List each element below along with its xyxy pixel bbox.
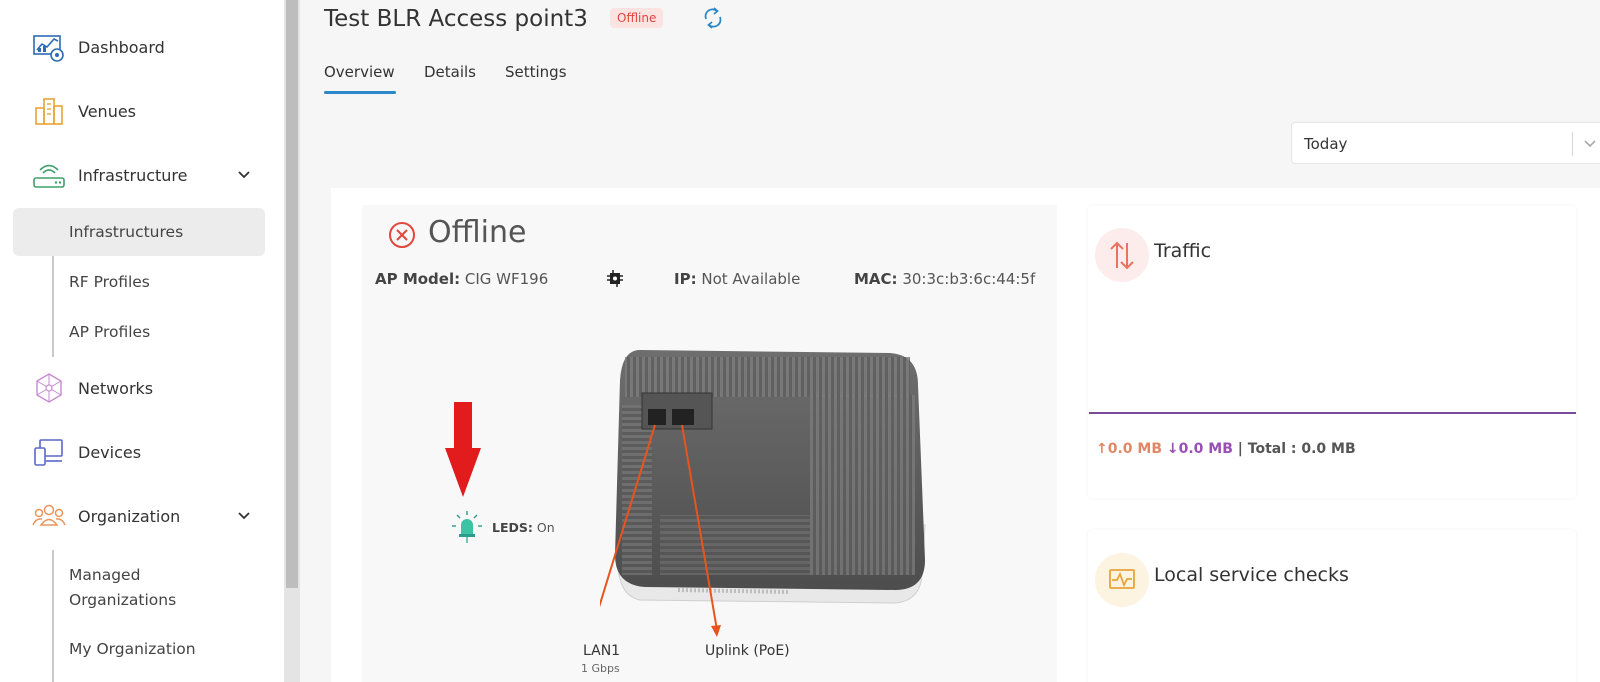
ip-label: IP: [674, 270, 697, 288]
sidebar-item-label: Infrastructure [78, 165, 188, 185]
sidebar-item-organization[interactable]: Organization [0, 494, 284, 538]
sidebar-subitem-rf-profiles[interactable]: RF Profiles [52, 258, 266, 306]
sidebar-item-networks[interactable]: Networks [0, 366, 284, 410]
leds-value: On [536, 520, 555, 535]
leds-label: LEDS: [492, 520, 533, 535]
leds-status: LEDS: On [492, 520, 555, 535]
tab-settings[interactable]: Settings [505, 63, 567, 81]
sidebar-item-venues[interactable]: Venues [0, 89, 284, 133]
port-uplink-label: Uplink (PoE) [705, 643, 790, 659]
traffic-icon-wrap [1095, 228, 1149, 282]
sidebar-item-label: Devices [78, 442, 142, 462]
sidebar-subitem-label: Managed Organizations [69, 566, 177, 609]
sidebar-subitem-label: AP Profiles [69, 322, 151, 341]
sidebar-item-devices[interactable]: Devices [0, 430, 284, 474]
ip-value: Not Available [701, 270, 801, 288]
traffic-chart-line [1089, 412, 1576, 414]
status-badge: Offline [610, 8, 664, 28]
mac-value: 30:3c:b3:6c:44:5f [902, 270, 1036, 288]
traffic-download: ↓0.0 MB [1166, 441, 1233, 457]
mac-label: MAC: [854, 270, 898, 288]
sidebar-subitem-infrastructures[interactable]: Infrastructures [13, 208, 265, 256]
dashboard-icon [33, 35, 64, 62]
sidebar: Dashboard Venues Infrastructure Infrastr… [0, 0, 284, 682]
traffic-upload: ↑0.0 MB [1096, 441, 1163, 457]
active-tab-indicator [324, 91, 396, 94]
sidebar-subitem-label: RF Profiles [69, 272, 150, 291]
mac-info: MAC: 30:3c:b3:6c:44:5f [854, 270, 1035, 288]
traffic-title: Traffic [1154, 240, 1212, 262]
access-point-image [600, 350, 926, 637]
ap-model-label: AP Model: [375, 270, 461, 288]
led-icon [452, 511, 482, 543]
date-range-select[interactable]: Today [1291, 122, 1600, 164]
status-heading: Offline [428, 215, 527, 250]
sidebar-subitem-label: Infrastructures [69, 222, 184, 241]
select-separator [1572, 132, 1573, 156]
chevron-down-icon[interactable] [236, 508, 252, 524]
traffic-icon [1110, 241, 1134, 270]
sidebar-item-infrastructure[interactable]: Infrastructure [0, 153, 284, 197]
date-range-value: Today [1304, 135, 1348, 153]
port-lan1-label: LAN1 [583, 643, 621, 659]
sidebar-subitem-managed-organizations[interactable]: Managed Organizations [52, 562, 266, 614]
service-checks-icon-wrap [1095, 553, 1149, 607]
service-checks-icon [1109, 569, 1135, 589]
tab-overview[interactable]: Overview [324, 63, 395, 81]
sidebar-subitem-my-organization[interactable]: My Organization [52, 625, 266, 673]
sidebar-subitem-ap-profiles[interactable]: AP Profiles [52, 308, 266, 356]
networks-icon [36, 373, 62, 403]
sidebar-item-label: Venues [78, 101, 137, 121]
ip-info: IP: Not Available [674, 270, 800, 288]
devices-icon [34, 439, 63, 466]
traffic-stats: ↑0.0 MB ↓0.0 MB | Total : 0.0 MB [1096, 441, 1356, 457]
tab-details[interactable]: Details [424, 63, 476, 81]
traffic-total: | Total : 0.0 MB [1237, 441, 1356, 457]
sidebar-scrollbar-thumb[interactable] [286, 0, 298, 588]
refresh-icon[interactable] [700, 5, 726, 31]
chip-icon[interactable] [606, 270, 626, 288]
local-service-checks-title: Local service checks [1154, 564, 1349, 586]
sidebar-item-label: Networks [78, 378, 154, 398]
local-service-checks-card [1088, 530, 1576, 682]
ap-model-value: CIG WF196 [464, 270, 549, 288]
sidebar-item-label: Organization [78, 506, 181, 526]
organization-icon [32, 504, 66, 526]
chevron-down-icon[interactable] [1582, 136, 1598, 152]
ap-model-info: AP Model: CIG WF196 [375, 270, 548, 288]
port-lan1-speed: 1 Gbps [581, 662, 620, 675]
sidebar-subitem-label: My Organization [69, 639, 196, 658]
venues-icon [35, 98, 63, 125]
sidebar-item-label: Dashboard [78, 37, 165, 57]
infrastructure-icon [33, 164, 65, 188]
sidebar-item-dashboard[interactable]: Dashboard [0, 25, 284, 69]
offline-status-icon [389, 222, 415, 248]
annotation-arrow [445, 402, 481, 497]
chevron-down-icon[interactable] [236, 167, 252, 183]
page-title: Test BLR Access point3 [324, 6, 588, 32]
